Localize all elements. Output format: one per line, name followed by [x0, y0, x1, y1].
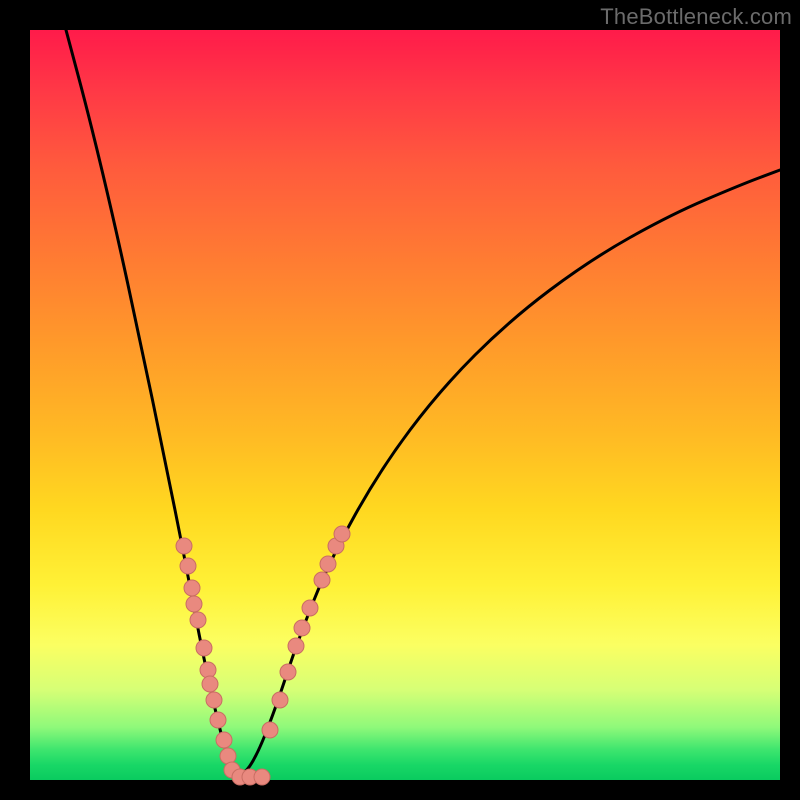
data-dot	[200, 662, 216, 678]
data-dot	[184, 580, 200, 596]
data-dot	[202, 676, 218, 692]
data-dot	[176, 538, 192, 554]
data-dot	[320, 556, 336, 572]
data-dot	[262, 722, 278, 738]
chart-frame: TheBottleneck.com	[0, 0, 800, 800]
left-branch-dots	[176, 538, 270, 785]
data-dot	[220, 748, 236, 764]
data-dot	[190, 612, 206, 628]
data-dot	[294, 620, 310, 636]
data-dot	[302, 600, 318, 616]
data-dot	[272, 692, 288, 708]
right-branch-dots	[262, 526, 350, 738]
curve-svg	[30, 30, 780, 780]
data-dot	[314, 572, 330, 588]
data-dot	[288, 638, 304, 654]
data-dot	[180, 558, 196, 574]
data-dot	[210, 712, 226, 728]
data-dot	[216, 732, 232, 748]
data-dot	[254, 769, 270, 785]
data-dot	[196, 640, 212, 656]
watermark-text: TheBottleneck.com	[600, 4, 792, 30]
data-dot	[206, 692, 222, 708]
plot-area	[30, 30, 780, 780]
data-dot	[334, 526, 350, 542]
data-dot	[186, 596, 202, 612]
v-curve	[66, 30, 780, 774]
data-dot	[280, 664, 296, 680]
